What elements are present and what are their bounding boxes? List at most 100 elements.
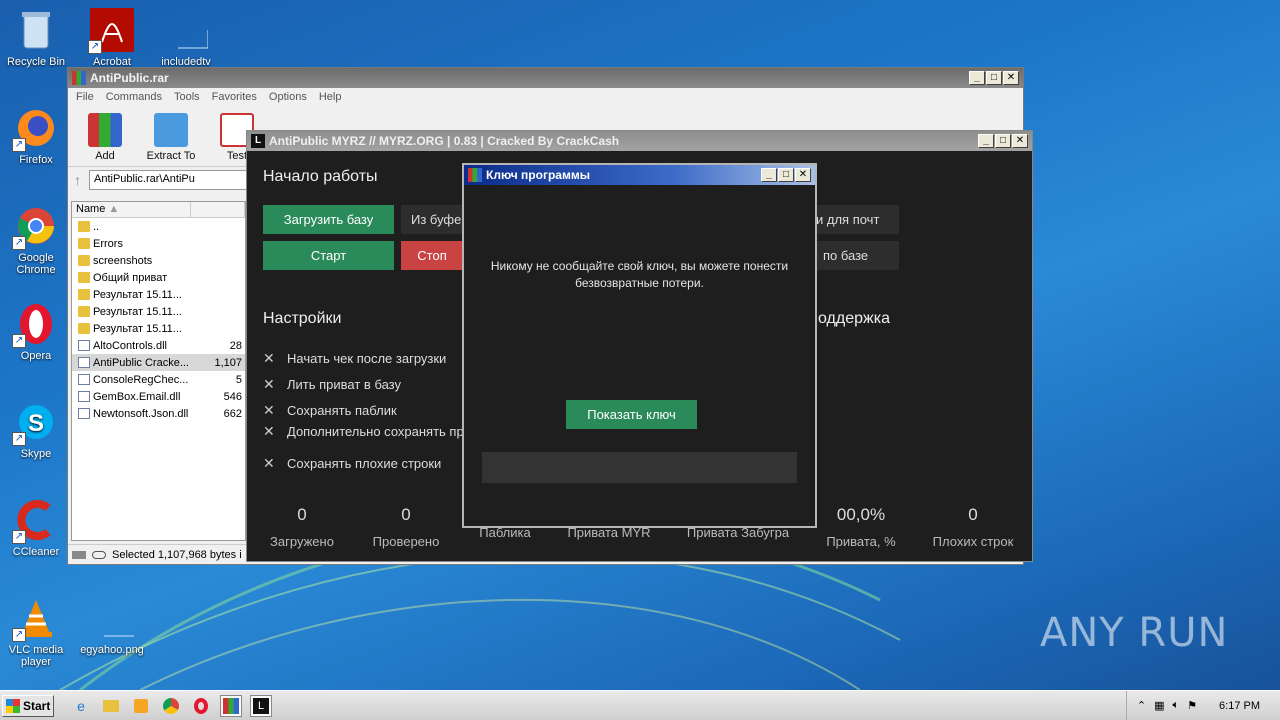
chrome-icon[interactable] <box>160 695 182 717</box>
close-button[interactable]: ✕ <box>1003 71 1019 85</box>
file-name: Newtonsoft.Json.dll <box>93 407 189 420</box>
opera-icon[interactable] <box>190 695 212 717</box>
close-button[interactable]: ✕ <box>1012 134 1028 148</box>
desktop-icon-label: Recycle Bin <box>6 56 66 68</box>
status-text: Selected 1,107,968 bytes i <box>112 548 242 561</box>
folder-icon <box>78 306 90 317</box>
option-save-bad-lines[interactable]: ✕ Сохранять плохие строки <box>263 455 441 472</box>
file-row[interactable]: .. <box>72 218 245 235</box>
file-name: ConsoleRegChec... <box>93 373 189 386</box>
start-button[interactable]: Старт <box>263 241 394 270</box>
file-row[interactable]: Newtonsoft.Json.dll 662 <box>72 405 245 422</box>
by-base-button[interactable]: по базе <box>816 241 899 270</box>
up-arrow-icon[interactable]: ↑ <box>74 172 81 188</box>
desktop-icon-skype[interactable]: S ↗ Skype <box>0 400 72 460</box>
column-header-name[interactable]: Name ▲ <box>72 202 191 217</box>
folder-icon <box>78 323 90 334</box>
antipublic-taskbar-icon[interactable]: L <box>250 694 272 717</box>
file-icon <box>78 391 90 402</box>
winrar-titlebar[interactable]: AntiPublic.rar _ □ ✕ <box>68 68 1023 88</box>
start-button[interactable]: Start <box>2 694 54 717</box>
desktop-icon-firefox[interactable]: ↗ Firefox <box>0 106 72 166</box>
volume-icon[interactable]: 🔈︎ <box>1173 699 1180 712</box>
desktop-icon-egyahoo[interactable]: egyahoo.png <box>76 596 148 656</box>
ccleaner-icon: ↗ <box>12 498 58 544</box>
folder-icon <box>78 272 90 283</box>
option-save-public[interactable]: ✕ Сохранять паблик <box>263 402 397 419</box>
explorer-folder-icon[interactable] <box>100 695 122 717</box>
minimize-button[interactable]: _ <box>969 71 985 85</box>
column-header-size[interactable] <box>191 202 245 217</box>
load-base-button[interactable]: Загрузить базу <box>263 205 394 234</box>
status-bar: Selected 1,107,968 bytes i <box>68 544 248 564</box>
antipublic-titlebar[interactable]: L AntiPublic MYRZ // MYRZ.ORG | 0.83 | C… <box>247 131 1032 151</box>
show-hidden-icons-icon[interactable]: ⌃ <box>1137 699 1146 712</box>
file-icon <box>78 340 90 351</box>
add-button[interactable]: Add <box>76 113 134 162</box>
desktop-icon-includedtv[interactable]: includedtv <box>150 8 222 68</box>
vlc-icon: ↗ <box>12 596 58 642</box>
file-row[interactable]: GemBox.Email.dll 546 <box>72 388 245 405</box>
desktop-icon-vlc[interactable]: ↗ VLC media player <box>0 596 72 668</box>
ie-icon[interactable]: e <box>70 695 92 717</box>
network-icon[interactable]: ▦ <box>1154 699 1164 712</box>
stop-button[interactable]: Стоп <box>401 241 463 270</box>
menu-favorites[interactable]: Favorites <box>212 91 257 105</box>
menu-commands[interactable]: Commands <box>106 91 162 105</box>
desktop-icon-label: CCleaner <box>12 546 60 558</box>
folder-icon <box>78 255 90 266</box>
option-start-after-load[interactable]: ✕ Начать чек после загрузки <box>263 350 446 367</box>
desktop-icon-acrobat[interactable]: ↗ Acrobat <box>76 8 148 68</box>
file-row[interactable]: ConsoleRegChec... 5 <box>72 371 245 388</box>
acrobat-icon: ↗ <box>88 8 134 54</box>
clock[interactable]: 6:17 PM <box>1219 700 1260 712</box>
option-private-to-base[interactable]: ✕ Лить приват в базу <box>263 376 401 393</box>
file-row[interactable]: Результат 15.11... <box>72 286 245 303</box>
file-row[interactable]: AltoControls.dll 28 <box>72 337 245 354</box>
opera-icon: ↗ <box>12 302 58 348</box>
desktop-icon-chrome[interactable]: ↗ Google Chrome <box>0 204 72 276</box>
file-name: Результат 15.11... <box>93 322 182 335</box>
maximize-button[interactable]: □ <box>986 71 1002 85</box>
option-additional-save[interactable]: ✕ Дополнительно сохранять пр <box>263 423 464 440</box>
file-row[interactable]: screenshots <box>72 252 245 269</box>
desktop-icon-ccleaner[interactable]: ↗ CCleaner <box>0 498 72 558</box>
file-row[interactable]: Результат 15.11... <box>72 303 245 320</box>
window-title: AntiPublic MYRZ // MYRZ.ORG | 0.83 | Cra… <box>269 134 620 148</box>
key-icon <box>92 550 106 559</box>
menu-options[interactable]: Options <box>269 91 307 105</box>
menu-tools[interactable]: Tools <box>174 91 200 105</box>
file-list: Name ▲ .. Errors screenshots Общий приват Ре… <box>71 201 246 541</box>
warning-message: Никому не сообщайте свой ключ, вы можете… <box>490 259 789 290</box>
action-center-flag-icon[interactable]: ⚑ <box>1187 699 1197 712</box>
file-name: Errors <box>93 237 123 250</box>
file-row[interactable]: Errors <box>72 235 245 252</box>
show-key-button[interactable]: Показать ключ <box>566 400 697 429</box>
desktop-icon-recycle-bin[interactable]: Recycle Bin <box>0 8 72 68</box>
close-button[interactable]: ✕ <box>795 168 811 182</box>
minimize-button[interactable]: _ <box>761 168 777 182</box>
media-player-icon[interactable] <box>130 695 152 717</box>
desktop-icon-label: Firefox <box>19 154 53 166</box>
from-buffer-button[interactable]: Из буфе <box>401 205 463 234</box>
desktop-icon-opera[interactable]: ↗ Opera <box>0 302 72 362</box>
file-row[interactable]: Результат 15.11... <box>72 320 245 337</box>
checkbox-x-icon: ✕ <box>263 376 275 392</box>
recycle-bin-icon <box>14 8 58 52</box>
maximize-button[interactable]: □ <box>778 168 794 182</box>
menu-file[interactable]: File <box>76 91 94 105</box>
desktop-icon-label: Opera <box>20 350 52 362</box>
for-mail-button[interactable]: и для почт <box>816 205 899 234</box>
key-dialog-titlebar[interactable]: Ключ программы _ □ ✕ <box>464 165 815 185</box>
minimize-button[interactable]: _ <box>978 134 994 148</box>
file-name: .. <box>93 220 100 233</box>
menu-help[interactable]: Help <box>319 91 342 105</box>
extract-to-button[interactable]: Extract To <box>142 113 200 162</box>
winrar-taskbar-icon[interactable] <box>220 694 242 717</box>
file-row[interactable]: Общий приват <box>72 269 245 286</box>
file-row[interactable]: AntiPublic Cracke... 1,107 <box>72 354 245 371</box>
watermark-text: ANY RUN <box>1040 610 1229 656</box>
desktop-icon-label: Google Chrome <box>16 252 56 276</box>
maximize-button[interactable]: □ <box>995 134 1011 148</box>
key-field[interactable] <box>482 452 797 483</box>
